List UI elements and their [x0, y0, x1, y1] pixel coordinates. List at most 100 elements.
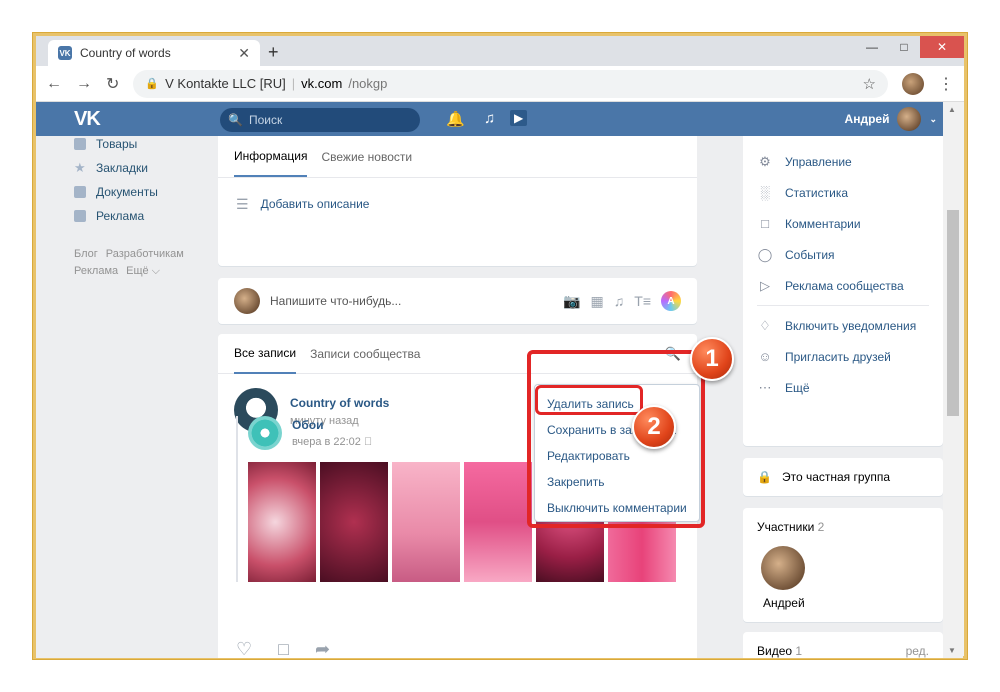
nav-item-goods[interactable]: Товары: [74, 136, 204, 156]
highlight-box-step1: [527, 350, 705, 528]
menu-item-community-ads[interactable]: ▷ Реклама сообщества: [743, 270, 943, 301]
post-author[interactable]: Country of words: [290, 396, 389, 410]
tab-news[interactable]: Свежие новости: [321, 137, 412, 177]
menu-item-comments[interactable]: □ Комментарии: [743, 208, 943, 239]
vk-search-input[interactable]: 🔍 Поиск: [220, 108, 420, 132]
photo-thumbnail[interactable]: [320, 462, 388, 582]
menu-item-stats[interactable]: ░ Статистика: [743, 177, 943, 208]
page-scrollbar[interactable]: ▲ ▼: [943, 102, 963, 658]
search-icon: 🔍: [228, 113, 243, 127]
vk-user-menu[interactable]: Андрей ⌄: [845, 107, 937, 131]
back-icon[interactable]: ←: [46, 75, 62, 93]
vk-favicon-icon: VK: [58, 46, 72, 60]
search-placeholder: Поиск: [248, 113, 283, 127]
videos-header: Видео 1 ред.: [743, 632, 943, 658]
lines-icon: ☰: [236, 195, 249, 212]
member-name[interactable]: Андрей: [763, 596, 943, 610]
minimize-icon[interactable]: —: [856, 36, 888, 58]
footer-link-ads[interactable]: Реклама: [74, 265, 118, 277]
add-description[interactable]: ☰ Добавить описание: [218, 178, 697, 230]
window-controls: — □ ✕: [856, 36, 964, 58]
composer-card: Напишите что-нибудь... 📷 ▦ ♫ T≡ A: [218, 278, 697, 324]
close-tab-icon[interactable]: ✕: [238, 45, 250, 62]
tab-community-posts[interactable]: Записи сообщества: [310, 334, 420, 374]
menu-label: Реклама сообщества: [785, 278, 904, 293]
bell-icon: ♢: [759, 317, 771, 333]
photo-thumbnail[interactable]: [392, 462, 460, 582]
footer-link-more[interactable]: Ещё ⌵: [126, 265, 160, 277]
nav-item-bookmarks[interactable]: ★ Закладки: [74, 156, 204, 180]
tab-info[interactable]: Информация: [234, 137, 308, 177]
member-avatar[interactable]: [761, 546, 805, 590]
composer-avatar: [234, 288, 260, 314]
music-note-icon[interactable]: ♫: [614, 293, 625, 309]
highlight-box-step2: [535, 385, 643, 415]
forward-icon[interactable]: →: [76, 75, 92, 93]
menu-label: Управление: [785, 154, 852, 169]
play-icon[interactable]: ▶: [510, 110, 528, 126]
tab-all-posts[interactable]: Все записи: [234, 334, 297, 374]
menu-item-invite[interactable]: ☺ Пригласить друзей: [743, 341, 943, 372]
repost-time: вчера в 22:02 : [292, 436, 372, 448]
footer-link-dev[interactable]: Разработчикам: [106, 248, 184, 260]
footer-link-blog[interactable]: Блог: [74, 248, 98, 260]
comment-icon[interactable]: □: [278, 639, 289, 658]
bell-icon[interactable]: 🔔: [446, 110, 465, 128]
videos-edit-link[interactable]: ред.: [906, 644, 929, 658]
maximize-icon[interactable]: □: [888, 36, 920, 58]
browser-tab[interactable]: VK Country of words ✕: [48, 40, 260, 66]
step-marker-1: 1: [690, 337, 734, 381]
event-icon: ◯: [757, 246, 773, 262]
new-tab-button[interactable]: +: [268, 42, 279, 63]
document-icon: [74, 186, 86, 198]
photo-thumbnail[interactable]: [464, 462, 532, 582]
share-icon[interactable]: ➦: [315, 639, 330, 658]
star-icon: ★: [74, 160, 86, 175]
menu-label: Пригласить друзей: [785, 349, 891, 364]
menu-item-notifications[interactable]: ♢ Включить уведомления: [743, 310, 943, 341]
scroll-down-icon[interactable]: ▼: [948, 646, 956, 655]
nav-item-documents[interactable]: Документы: [74, 180, 204, 204]
address-bar[interactable]: 🔒 V Kontakte LLC [RU] | vk.com/nokgp ☆: [133, 69, 888, 98]
repost-time-label: вчера в 22:02: [292, 436, 364, 448]
menu-item-manage[interactable]: ⚙ Управление: [743, 146, 943, 177]
nav-label: Закладки: [96, 161, 148, 175]
nav-label: Товары: [96, 137, 138, 151]
editor-icon[interactable]: A: [661, 291, 681, 311]
like-icon[interactable]: ♡: [236, 639, 252, 658]
menu-label: Включить уведомления: [785, 318, 917, 333]
text-format-icon[interactable]: T≡: [634, 293, 651, 309]
bag-icon: [74, 138, 86, 150]
url-host: vk.com: [301, 76, 343, 91]
address-divider: |: [291, 76, 296, 91]
tab-title: Country of words: [80, 46, 171, 60]
members-header[interactable]: Участники 2: [743, 508, 943, 534]
music-icon[interactable]: ♫: [484, 110, 495, 127]
video-icon[interactable]: ▦: [591, 293, 604, 310]
title-bar: VK Country of words ✕ + — □ ✕: [36, 36, 964, 66]
videos-title[interactable]: Видео: [757, 644, 792, 658]
menu-label: Статистика: [785, 185, 849, 200]
menu-divider: [757, 305, 929, 306]
vk-logo[interactable]: VK: [74, 108, 101, 131]
profile-avatar[interactable]: [902, 72, 924, 95]
donut-avatar[interactable]: [248, 416, 282, 450]
composer-input[interactable]: Напишите что-нибудь...: [270, 294, 553, 308]
photo-thumbnail[interactable]: [248, 462, 316, 582]
gear-icon: ⚙: [759, 153, 771, 169]
scrollbar-thumb[interactable]: [947, 210, 959, 416]
videos-count: 1: [795, 644, 803, 658]
camera-icon[interactable]: 📷: [563, 293, 580, 310]
post-composer: Напишите что-нибудь... 📷 ▦ ♫ T≡ A: [218, 278, 697, 324]
scroll-up-icon[interactable]: ▲: [948, 105, 956, 114]
reload-icon[interactable]: ↻: [106, 74, 119, 94]
close-window-icon[interactable]: ✕: [920, 36, 964, 58]
nav-item-ads[interactable]: Реклама: [74, 204, 204, 228]
browser-menu-icon[interactable]: ⋮: [938, 74, 954, 94]
videos-card: Видео 1 ред.: [743, 632, 943, 658]
comment-icon: □: [761, 216, 769, 231]
menu-item-events[interactable]: ◯ События: [743, 239, 943, 270]
bookmark-star-icon[interactable]: ☆: [863, 75, 876, 93]
repost-author[interactable]: Обои: [292, 418, 372, 432]
menu-item-more[interactable]: ⋯ Ещё: [743, 372, 943, 403]
